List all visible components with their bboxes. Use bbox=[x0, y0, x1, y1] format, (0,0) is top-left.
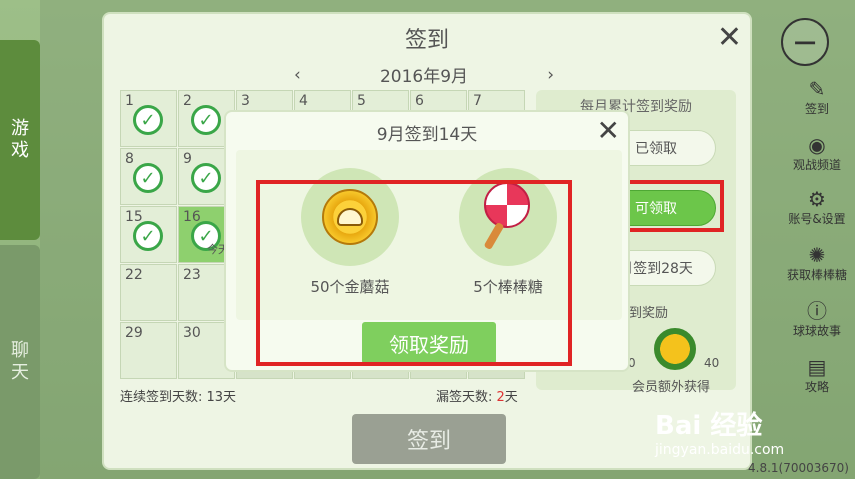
calendar-day-number: 30 bbox=[183, 325, 201, 341]
menu-guide-label: 攻略 bbox=[804, 380, 829, 394]
calendar-day: 29 bbox=[120, 322, 177, 379]
checkmark-icon: ✓ bbox=[191, 105, 221, 135]
prev-month-icon[interactable]: ‹ bbox=[294, 65, 301, 85]
panel-title: 签到 bbox=[404, 28, 449, 53]
menu-candy[interactable]: ✺ 获取棒棒糖 bbox=[785, 244, 849, 283]
calendar-day-number: 22 bbox=[125, 267, 143, 283]
watermark-brand: Bai 经验 bbox=[655, 411, 763, 441]
calendar-day-number: 29 bbox=[125, 325, 143, 341]
calendar-day-number: 6 bbox=[415, 93, 424, 109]
tab-chat-label: 聊 天 bbox=[11, 340, 29, 383]
consecutive-days: 连续签到天数: 13天 bbox=[120, 390, 237, 405]
calendar-day: 15 ✓ bbox=[120, 206, 177, 263]
highlight-rewards bbox=[256, 180, 572, 366]
calendar-day-number: 5 bbox=[357, 93, 366, 109]
menu-sign[interactable]: ✎ 签到 bbox=[785, 78, 849, 117]
month-label: 2016年9月 bbox=[379, 67, 469, 87]
member-num-right: 40 bbox=[704, 356, 720, 370]
calendar-day-number: 1 bbox=[125, 93, 134, 109]
swirl-icon: ✺ bbox=[808, 243, 826, 267]
calendar-day: 8 ✓ bbox=[120, 148, 177, 205]
calendar-day: 22 bbox=[120, 264, 177, 321]
sign-button[interactable]: 签到 bbox=[352, 414, 506, 464]
menu-story-label: 球球故事 bbox=[792, 324, 841, 338]
menu-sign-label: 签到 bbox=[804, 102, 829, 116]
tab-chat[interactable]: 聊 天 bbox=[0, 245, 40, 479]
modal-title: 9月签到14天 bbox=[376, 125, 478, 145]
minimize-button[interactable]: − bbox=[781, 18, 829, 66]
missed-days: 漏签天数: 2天 bbox=[436, 386, 518, 405]
checkmark-icon: ✓ bbox=[133, 105, 163, 135]
checkmark-icon: ✓ bbox=[133, 221, 163, 251]
calendar-day-number: 3 bbox=[241, 93, 250, 109]
panel-close-icon[interactable]: ✕ bbox=[717, 20, 742, 55]
calendar-day-number: 23 bbox=[183, 267, 201, 283]
version-label: 4.8.1(70003670) bbox=[748, 461, 849, 475]
month-nav: ‹ 2016年9月 › bbox=[294, 62, 554, 88]
book-icon: ▤ bbox=[807, 355, 827, 379]
member-note: 会员额外获得 bbox=[632, 380, 711, 395]
modal-close-icon[interactable]: ✕ bbox=[597, 114, 620, 147]
calendar-day-number: 4 bbox=[299, 93, 308, 109]
menu-story[interactable]: ⓘ 球球故事 bbox=[785, 300, 849, 339]
calendar-day-number: 2 bbox=[183, 93, 192, 109]
checkmark-icon: ✓ bbox=[191, 163, 221, 193]
menu-watch-label: 观战频道 bbox=[792, 158, 841, 172]
watermark-url: jingyan.baidu.com bbox=[655, 442, 785, 458]
tab-game[interactable]: 游 戏 bbox=[0, 40, 40, 240]
highlight-available bbox=[626, 180, 724, 232]
calendar-day-number: 7 bbox=[473, 93, 482, 109]
next-month-icon[interactable]: › bbox=[547, 65, 554, 85]
menu-account-label: 账号&设置 bbox=[788, 212, 846, 226]
missed-suffix: 天 bbox=[504, 390, 518, 405]
info-icon: ⓘ bbox=[807, 299, 827, 323]
calendar-day-number: 8 bbox=[125, 151, 134, 167]
eye-icon: ◉ bbox=[808, 133, 826, 157]
checkmark-icon: ✓ bbox=[133, 163, 163, 193]
menu-account[interactable]: ⚙ 账号&设置 bbox=[785, 188, 849, 227]
menu-guide[interactable]: ▤ 攻略 bbox=[785, 356, 849, 395]
gear-icon: ⚙ bbox=[808, 187, 826, 211]
baidu-watermark: Bai 经验 jingyan.baidu.com bbox=[655, 405, 815, 458]
tab-game-label: 游 戏 bbox=[11, 118, 29, 161]
menu-candy-label: 获取棒棒糖 bbox=[786, 268, 847, 282]
calendar-day: 1 ✓ bbox=[120, 90, 177, 147]
missed-value: 2 bbox=[496, 390, 505, 405]
member-coin-icon bbox=[654, 328, 696, 370]
calendar-day-number: 9 bbox=[183, 151, 192, 167]
menu-watch[interactable]: ◉ 观战频道 bbox=[785, 134, 849, 173]
missed-prefix: 漏签天数: bbox=[436, 390, 497, 405]
sign-icon: ✎ bbox=[808, 77, 826, 101]
